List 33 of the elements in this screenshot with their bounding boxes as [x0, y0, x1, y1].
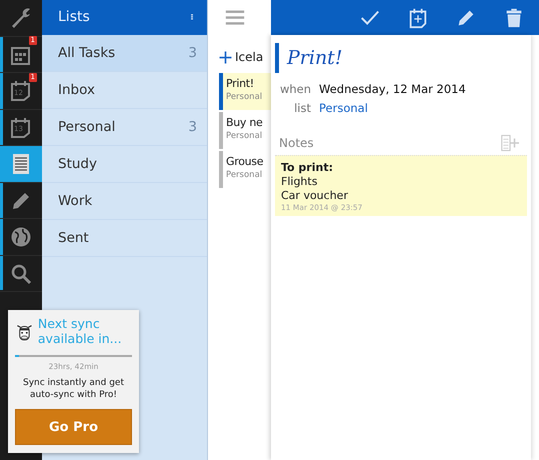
list-item[interactable]: Sent [42, 220, 207, 257]
globe-icon[interactable] [9, 225, 33, 250]
notes-heading: Notes [279, 134, 314, 152]
list-item[interactable]: Inbox [42, 72, 207, 109]
calendar-add-icon[interactable] [407, 7, 429, 30]
plus-icon [219, 50, 232, 64]
list-name: Work [58, 192, 92, 211]
field-value: Wednesday, 12 Mar 2014 [319, 81, 466, 98]
list-item[interactable]: Work [42, 183, 207, 220]
note-line: To print: [281, 161, 334, 176]
calendar-icon[interactable] [9, 79, 33, 104]
list-name: Sent [58, 228, 89, 248]
field-label: list [293, 100, 311, 118]
list-name: All Tasks [58, 44, 116, 63]
list-name: Inbox [58, 80, 95, 100]
add-task-field[interactable]: Icela [219, 43, 271, 71]
list-link[interactable]: Personal [319, 100, 368, 118]
promo-text: Sync instantly and get auto-sync with Pro! [22, 377, 125, 402]
list-item[interactable]: Study [42, 146, 207, 183]
list-name: Study [58, 154, 97, 174]
list-item[interactable]: Personal 3 [42, 109, 207, 146]
panel-title: Lists [58, 8, 90, 27]
note-line: Flights [281, 175, 318, 190]
task-count: 3 [188, 44, 197, 63]
field-label: when [278, 81, 311, 98]
note-line: Car voucher [281, 189, 349, 204]
list-item[interactable]: All Tasks 3 [42, 35, 207, 72]
task-item[interactable]: Print! Personal [219, 73, 271, 110]
task-count: 3 [188, 118, 197, 137]
task-title: Print! [275, 43, 527, 73]
calendar-icon[interactable] [9, 116, 33, 140]
list-name: Personal [58, 118, 116, 137]
sync-heading: Next sync available in... [38, 316, 123, 346]
